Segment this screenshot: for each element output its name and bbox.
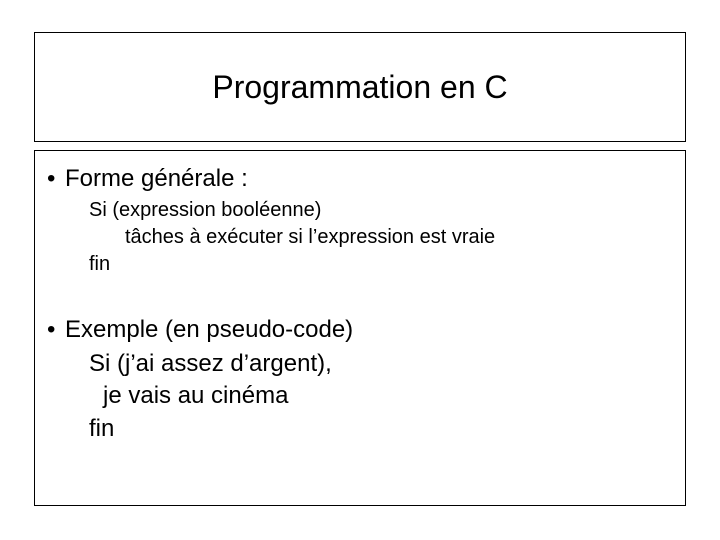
spacer (47, 278, 673, 312)
bullet-dot: • (47, 165, 65, 193)
code-line: Si (expression booléenne) (89, 197, 673, 224)
code-line: fin (89, 251, 673, 278)
bullet-heading-1: •Forme générale : (47, 165, 673, 193)
code-line: fin (89, 413, 673, 445)
code-line: Si (j’ai assez d’argent), (89, 348, 673, 380)
section-general-form: •Forme générale : Si (expression booléen… (47, 165, 673, 278)
heading-2-text: Exemple (en pseudo-code) (65, 316, 353, 343)
bullet-heading-2: •Exemple (en pseudo-code) (47, 316, 673, 344)
section-example: •Exemple (en pseudo-code) Si (j’ai assez… (47, 316, 673, 445)
slide: Programmation en C •Forme générale : Si … (0, 0, 720, 540)
code-line: je vais au cinéma (89, 380, 673, 412)
slide-title: Programmation en C (212, 69, 507, 106)
body-box: •Forme générale : Si (expression booléen… (34, 150, 686, 506)
heading-1-text: Forme générale : (65, 165, 248, 192)
pseudocode-block-1: Si (expression booléenne) tâches à exécu… (47, 197, 673, 278)
code-line: tâches à exécuter si l’expression est vr… (89, 224, 673, 251)
title-box: Programmation en C (34, 32, 686, 142)
pseudocode-block-2: Si (j’ai assez d’argent), je vais au cin… (47, 348, 673, 445)
bullet-dot: • (47, 316, 65, 344)
